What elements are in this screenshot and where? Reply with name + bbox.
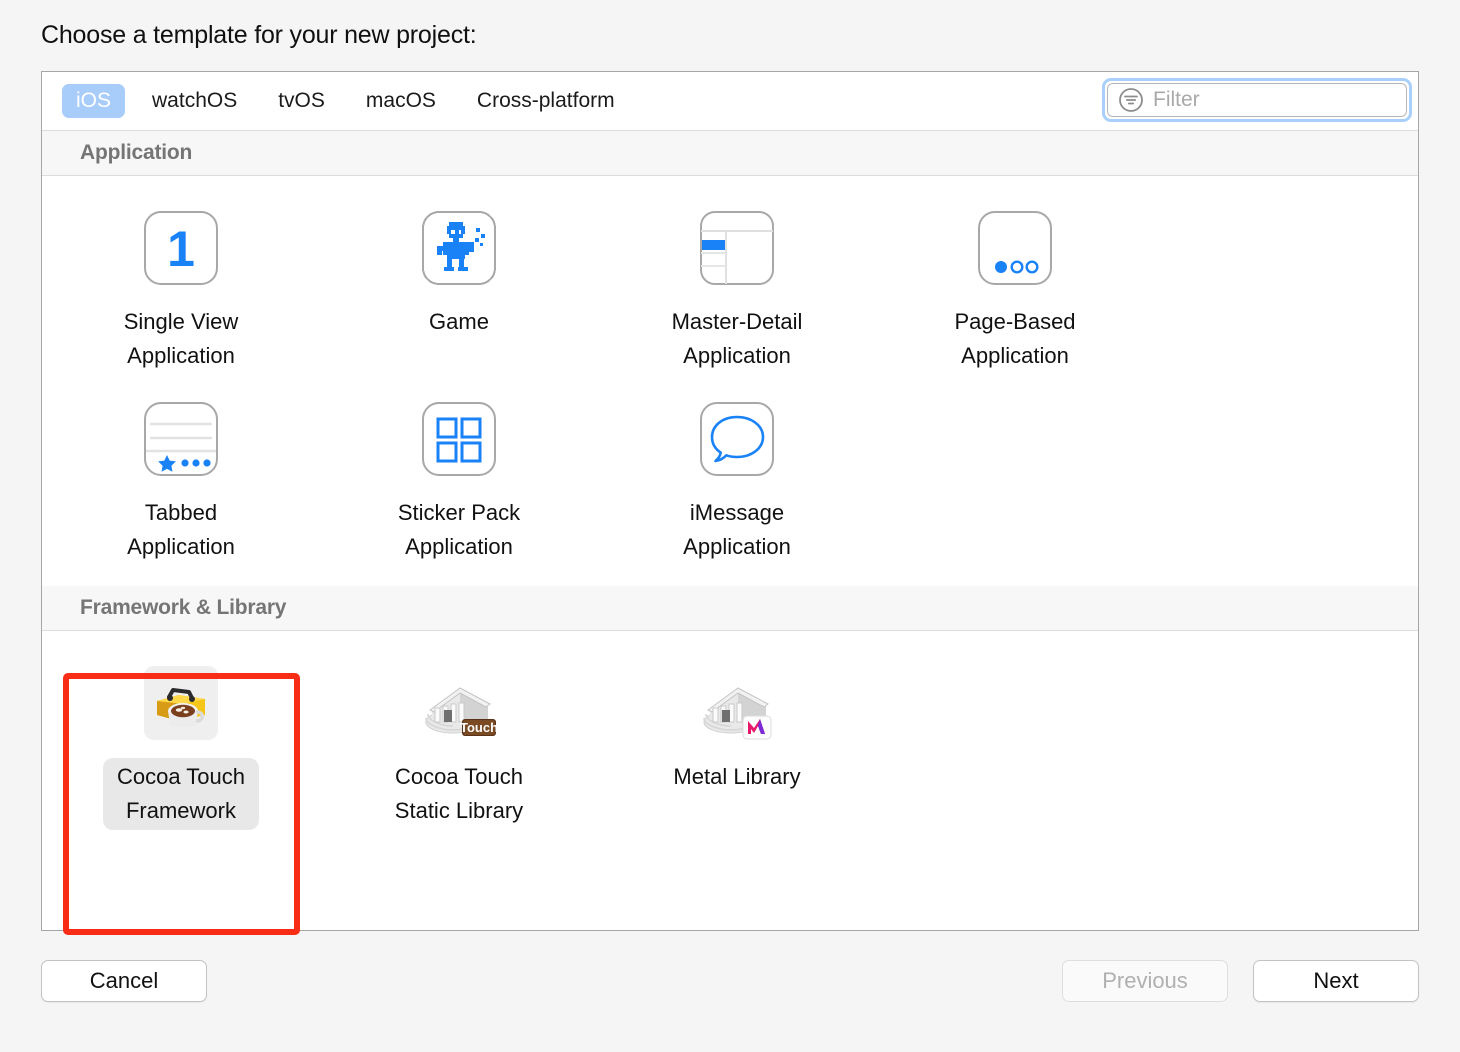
master-detail-icon <box>697 208 777 288</box>
icon-tile-background <box>144 666 218 740</box>
section-header-application: Application <box>42 131 1418 176</box>
page-based-icon <box>975 208 1055 288</box>
filter-icon <box>1118 87 1144 113</box>
template-cocoa-touch-static-library[interactable]: Touch Cocoa Touch Static Library <box>320 653 598 844</box>
template-label: Metal Library <box>673 764 801 789</box>
tab-tvos[interactable]: tvOS <box>264 84 339 118</box>
template-imessage-application[interactable]: iMessage Application <box>598 389 876 580</box>
tab-watchos[interactable]: watchOS <box>138 84 251 118</box>
template-label: Master-Detail Application <box>671 309 803 368</box>
next-button[interactable]: Next <box>1253 960 1419 1002</box>
template-sticker-pack-application[interactable]: Sticker Pack Application <box>320 389 598 580</box>
cancel-button[interactable]: Cancel <box>41 960 207 1002</box>
section-header-label: Application <box>80 141 193 164</box>
dialog-footer: Cancel Previous Next <box>0 960 1460 1020</box>
template-label: Page-Based Application <box>954 309 1076 368</box>
template-master-detail-application[interactable]: Master-Detail Application <box>598 198 876 389</box>
filter-input[interactable]: Filter <box>1153 88 1200 112</box>
template-game[interactable]: Game <box>320 198 598 389</box>
game-robot-icon <box>419 208 499 288</box>
single-view-icon: 1 <box>141 208 221 288</box>
svg-text:1: 1 <box>167 221 195 277</box>
tabbed-icon <box>141 399 221 479</box>
template-tabbed-application[interactable]: Tabbed Application <box>42 389 320 580</box>
template-label: Cocoa Touch Framework <box>102 758 259 830</box>
framework-library-template-grid: Cocoa Touch Framework Touch Cocoa Touch … <box>42 631 1418 854</box>
section-header-label: Framework & Library <box>80 596 287 619</box>
filter-field[interactable]: Filter <box>1102 78 1412 122</box>
template-label: Tabbed Application <box>127 500 235 559</box>
template-page-based-application[interactable]: Page-Based Application <box>876 198 1154 389</box>
template-metal-library[interactable]: Metal Library <box>598 653 876 844</box>
toolbox-coffee-icon <box>141 663 221 743</box>
template-label: Game <box>429 309 489 334</box>
page-title: Choose a template for your new project: <box>41 21 477 49</box>
tab-cross-platform[interactable]: Cross-platform <box>463 84 629 118</box>
tab-ios[interactable]: iOS <box>62 84 126 118</box>
sticker-pack-icon <box>419 399 499 479</box>
application-template-grid: 1 Single View Application Game Master-De… <box>42 176 1418 586</box>
template-label: iMessage Application <box>683 500 791 559</box>
tab-macos[interactable]: macOS <box>352 84 450 118</box>
temple-touch-icon: Touch <box>419 663 499 743</box>
platform-tab-bar: iOS watchOS tvOS macOS Cross-platform Fi… <box>42 72 1418 131</box>
template-single-view-application[interactable]: 1 Single View Application <box>42 198 320 389</box>
template-label: Single View Application <box>123 309 239 368</box>
svg-text:Touch: Touch <box>460 720 498 735</box>
section-header-framework-library: Framework & Library <box>42 586 1418 631</box>
filter-field-inner[interactable]: Filter <box>1107 83 1407 117</box>
imessage-icon <box>697 399 777 479</box>
previous-button[interactable]: Previous <box>1062 960 1228 1002</box>
template-chooser-panel: iOS watchOS tvOS macOS Cross-platform Fi… <box>41 71 1419 931</box>
template-label: Cocoa Touch Static Library <box>394 764 524 823</box>
template-label: Sticker Pack Application <box>397 500 521 559</box>
template-cocoa-touch-framework[interactable]: Cocoa Touch Framework <box>42 653 320 844</box>
temple-metal-icon <box>697 663 777 743</box>
